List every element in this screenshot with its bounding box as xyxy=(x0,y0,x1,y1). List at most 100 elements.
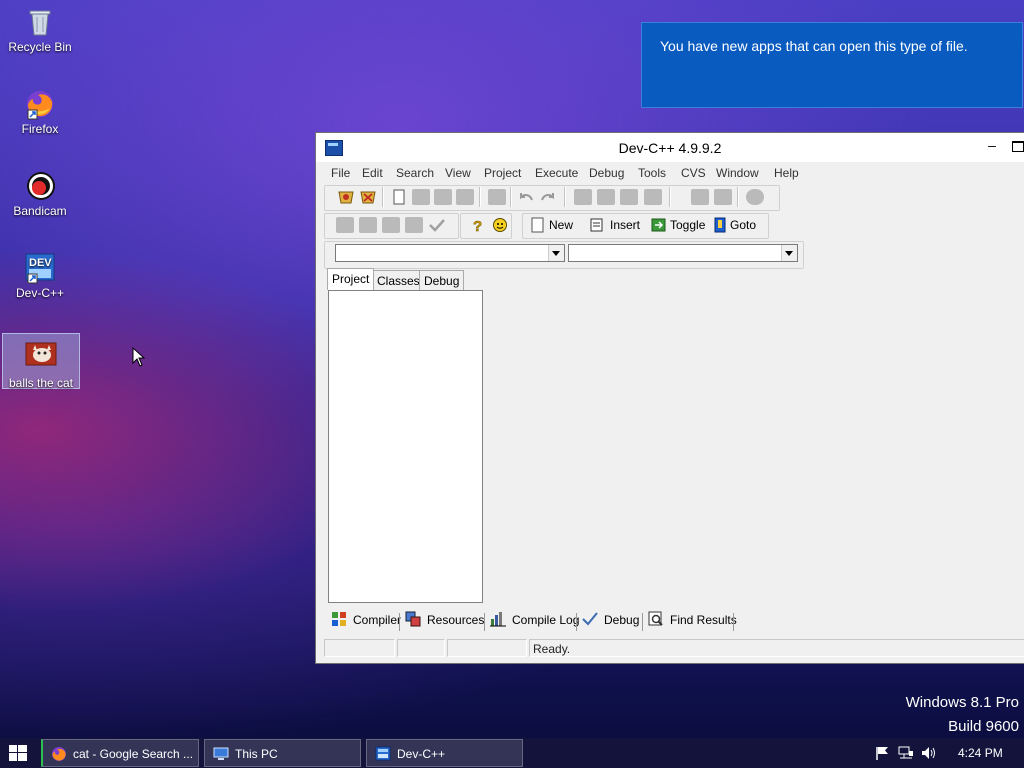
toolbar-insert-button[interactable]: Insert xyxy=(610,218,640,232)
run-icon[interactable] xyxy=(359,217,377,233)
syntax-check-icon[interactable] xyxy=(428,217,446,233)
taskbar-button-firefox[interactable]: cat - Google Search ... xyxy=(41,739,199,767)
project-tree-panel[interactable] xyxy=(328,290,483,603)
new-bookmark-icon xyxy=(531,217,545,233)
action-center-flag-icon[interactable] xyxy=(875,746,891,760)
menu-debug[interactable]: Debug xyxy=(589,166,624,180)
status-panel-line xyxy=(324,639,395,657)
notification-text: You have new apps that can open this typ… xyxy=(660,38,968,54)
taskbar-button-label: cat - Google Search ... xyxy=(73,747,194,761)
toggle-icon xyxy=(651,217,667,233)
close-project-icon[interactable] xyxy=(359,189,377,205)
tab-project[interactable]: Project xyxy=(327,268,375,290)
desktop-icon-balls-the-cat[interactable]: balls the cat xyxy=(2,333,80,390)
compile-log-icon xyxy=(490,612,506,627)
help-icon[interactable]: ? xyxy=(469,217,487,236)
start-button[interactable] xyxy=(9,745,27,761)
class-combo[interactable] xyxy=(335,244,565,262)
network-icon[interactable] xyxy=(898,746,914,760)
maximize-button[interactable] xyxy=(1012,141,1024,152)
menu-execute[interactable]: Execute xyxy=(535,166,578,180)
desktop-icon-recycle-bin[interactable]: Recycle Bin xyxy=(2,6,78,60)
taskbar-button-this-pc[interactable]: This PC xyxy=(204,739,361,767)
compiler-icon xyxy=(332,612,346,626)
add-to-project-icon[interactable] xyxy=(691,189,709,205)
project-options-icon[interactable] xyxy=(746,189,764,205)
find-results-icon xyxy=(648,611,663,626)
menu-search[interactable]: Search xyxy=(396,166,434,180)
tab-debug[interactable]: Debug xyxy=(419,270,465,290)
open-project-icon[interactable] xyxy=(337,189,355,205)
find-next-icon[interactable] xyxy=(620,189,638,205)
tab-classes[interactable]: Classes xyxy=(372,270,425,290)
desktop-icon-bandicam[interactable]: Bandicam xyxy=(2,170,78,224)
firefox-icon xyxy=(52,747,66,761)
tab-debug-output[interactable]: Debug xyxy=(582,609,640,631)
menu-edit[interactable]: Edit xyxy=(362,166,383,180)
chevron-down-icon[interactable] xyxy=(781,245,797,261)
toolbar-toggle-button[interactable]: Toggle xyxy=(670,218,705,232)
menu-cvs[interactable]: CVS xyxy=(681,166,706,180)
toolbar-new-button[interactable]: New xyxy=(549,218,573,232)
compile-run-icon[interactable] xyxy=(382,217,400,233)
this-pc-icon xyxy=(213,747,229,760)
compile-icon[interactable] xyxy=(336,217,354,233)
status-panel-mode xyxy=(397,639,445,657)
desktop-icon-label: Recycle Bin xyxy=(8,40,72,54)
menu-project[interactable]: Project xyxy=(484,166,521,180)
print-icon[interactable] xyxy=(488,189,506,205)
bandicam-icon xyxy=(24,170,56,202)
recycle-bin-icon xyxy=(24,6,56,38)
notification-toast[interactable]: You have new apps that can open this typ… xyxy=(641,22,1023,108)
status-text: Ready. xyxy=(529,639,1024,657)
save-all-icon[interactable] xyxy=(456,189,474,205)
menu-help[interactable]: Help xyxy=(774,166,799,180)
menu-view[interactable]: View xyxy=(445,166,471,180)
title-bar[interactable]: Dev-C++ 4.9.9.2 – xyxy=(316,133,1024,162)
find-icon[interactable] xyxy=(574,189,592,205)
desktop-icon-label: Bandicam xyxy=(13,204,67,218)
rebuild-all-icon[interactable] xyxy=(405,217,423,233)
toolbar-goto-button[interactable]: Goto xyxy=(730,218,756,232)
save-icon[interactable] xyxy=(434,189,452,205)
menu-file[interactable]: File xyxy=(331,166,350,180)
menu-window[interactable]: Window xyxy=(716,166,759,180)
insert-icon xyxy=(590,217,606,233)
windows-edition-watermark: Windows 8.1 Pro xyxy=(905,694,1019,711)
open-file-icon[interactable] xyxy=(412,189,430,205)
taskbar: cat - Google Search ... This PC Dev-C++ … xyxy=(0,738,1024,768)
undo-icon[interactable] xyxy=(517,189,535,205)
desktop-icon-firefox[interactable]: Firefox xyxy=(2,88,78,142)
mouse-cursor-icon xyxy=(132,347,146,367)
tab-compiler[interactable]: Compiler xyxy=(331,609,401,631)
desktop-icon-devcpp[interactable]: DEV Dev-C++ xyxy=(2,252,78,306)
tab-compile-log[interactable]: Compile Log xyxy=(490,609,579,631)
redo-icon[interactable] xyxy=(539,189,557,205)
windows-logo-icon xyxy=(9,745,27,761)
tab-debug-output-label: Debug xyxy=(604,613,640,627)
tab-resources-label: Resources xyxy=(427,613,485,627)
minimize-button[interactable]: – xyxy=(982,137,1002,157)
goto-line-icon[interactable] xyxy=(644,189,662,205)
taskbar-clock[interactable]: 4:24 PM xyxy=(958,746,1003,760)
image-file-icon xyxy=(25,342,57,374)
chevron-down-icon[interactable] xyxy=(548,245,564,261)
main-toolbar xyxy=(324,185,780,211)
devcpp-icon xyxy=(375,746,391,761)
taskbar-button-devcpp[interactable]: Dev-C++ xyxy=(366,739,523,767)
status-bar: Ready. xyxy=(322,639,1024,659)
tab-find-results[interactable]: Find Results xyxy=(648,609,737,631)
member-combo[interactable] xyxy=(568,244,798,262)
volume-icon[interactable] xyxy=(921,746,937,760)
tab-compiler-label: Compiler xyxy=(353,613,402,627)
status-panel-lines xyxy=(447,639,527,657)
taskbar-button-label: This PC xyxy=(235,747,278,761)
resources-icon xyxy=(405,611,421,627)
desktop-icon-label: Dev-C++ xyxy=(15,286,65,300)
remove-from-project-icon[interactable] xyxy=(714,189,732,205)
menu-tools[interactable]: Tools xyxy=(638,166,666,180)
replace-icon[interactable] xyxy=(597,189,615,205)
new-file-icon[interactable] xyxy=(390,189,408,205)
tab-resources[interactable]: Resources xyxy=(405,609,485,631)
about-icon[interactable] xyxy=(491,217,509,233)
